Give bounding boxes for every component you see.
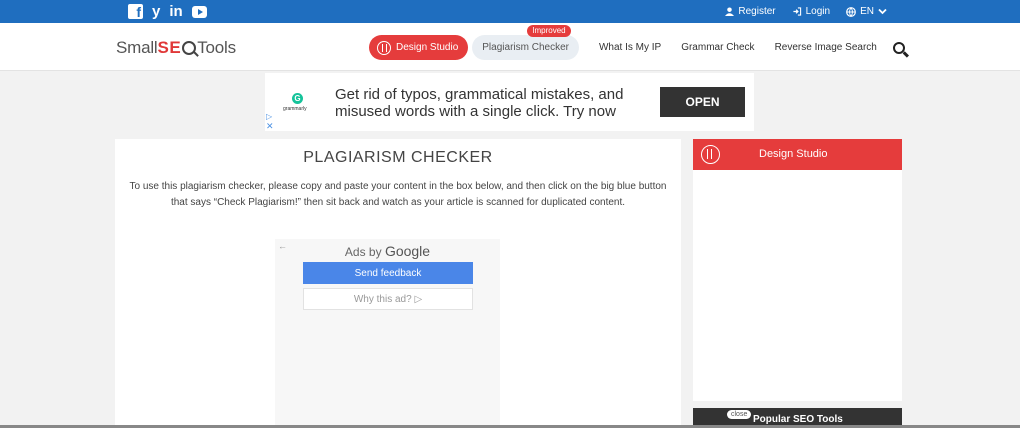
login-link[interactable]: Login xyxy=(792,6,830,17)
nav-what-is-my-ip[interactable]: What Is My IP xyxy=(599,42,661,53)
site-logo[interactable]: Small SE Tools xyxy=(116,38,236,58)
plagiarism-checker-label: Plagiarism Checker xyxy=(482,42,569,53)
design-studio-icon xyxy=(701,145,720,164)
improved-badge: Improved xyxy=(527,25,571,37)
design-studio-label: Design Studio xyxy=(396,42,459,53)
twitter-icon[interactable]: y xyxy=(152,3,160,20)
plagiarism-checker-panel: PLAGIARISM CHECKER To use this plagiaris… xyxy=(115,139,681,428)
register-label: Register xyxy=(738,6,776,17)
login-icon xyxy=(793,7,801,16)
nav-grammar-check[interactable]: Grammar Check xyxy=(681,42,754,53)
account-links: Register Login EN xyxy=(725,0,887,23)
why-this-ad-button[interactable]: Why this ad? ▷ xyxy=(303,288,473,310)
ad-open-button[interactable]: OPEN xyxy=(660,87,745,117)
send-feedback-button[interactable]: Send feedback xyxy=(303,262,473,284)
magnifier-icon xyxy=(182,41,197,55)
adchoices-icon[interactable]: ▷ xyxy=(266,112,272,121)
globe-icon xyxy=(846,6,856,17)
close-button[interactable]: close xyxy=(727,410,752,419)
sidebar-design-studio-header[interactable]: Design Studio xyxy=(693,139,902,170)
ad-text: Get rid of typos, grammatical mistakes, … xyxy=(335,86,624,120)
facebook-icon[interactable]: f xyxy=(128,4,143,20)
google-ad-frame: ← Ads by Google Send feedback Why this a… xyxy=(275,239,500,428)
youtube-icon[interactable] xyxy=(191,5,207,18)
ads-by-google: Ads by Google xyxy=(275,243,500,259)
chevron-down-icon xyxy=(878,8,887,15)
user-icon xyxy=(725,7,735,16)
page-title: PLAGIARISM CHECKER xyxy=(303,149,493,166)
nav-reverse-image-search[interactable]: Reverse Image Search xyxy=(775,42,877,53)
login-label: Login xyxy=(805,6,831,17)
ads-by-label: Ads by xyxy=(344,245,382,259)
logo-small: Small xyxy=(116,38,158,57)
logo-tools: Tools xyxy=(197,38,236,57)
design-studio-button[interactable]: Design Studio xyxy=(369,35,469,60)
nav-items: Design Studio Improved Plagiarism Checke… xyxy=(369,25,905,60)
logo-seo: SE xyxy=(157,38,182,57)
language-selector[interactable]: EN xyxy=(846,6,887,17)
grammarly-ad[interactable]: G grammarly Get rid of typos, grammatica… xyxy=(265,73,754,131)
language-label: EN xyxy=(860,6,874,17)
grammarly-brand: grammarly xyxy=(283,106,307,112)
design-studio-icon xyxy=(377,40,391,55)
ad-close-icon[interactable]: ✕ xyxy=(266,121,274,132)
top-bar: f y in Register Login EN xyxy=(0,0,1020,23)
main-nav: Small SE Tools Design Studio Improved Pl… xyxy=(0,23,1020,71)
social-links: f y in xyxy=(128,3,207,20)
linkedin-icon[interactable]: in xyxy=(169,3,182,20)
page-description: To use this plagiarism checker, please c… xyxy=(129,181,667,208)
popular-seo-tools-label: Popular SEO Tools xyxy=(753,414,843,425)
google-label: Google xyxy=(384,243,431,259)
grammarly-icon: G xyxy=(292,93,303,104)
nav-plagiarism-checker[interactable]: Improved Plagiarism Checker xyxy=(472,25,579,60)
register-link[interactable]: Register xyxy=(725,6,776,17)
sidebar-header-label: Design Studio xyxy=(759,148,828,160)
sidebar: Design Studio xyxy=(693,139,902,401)
search-icon[interactable] xyxy=(892,41,905,54)
